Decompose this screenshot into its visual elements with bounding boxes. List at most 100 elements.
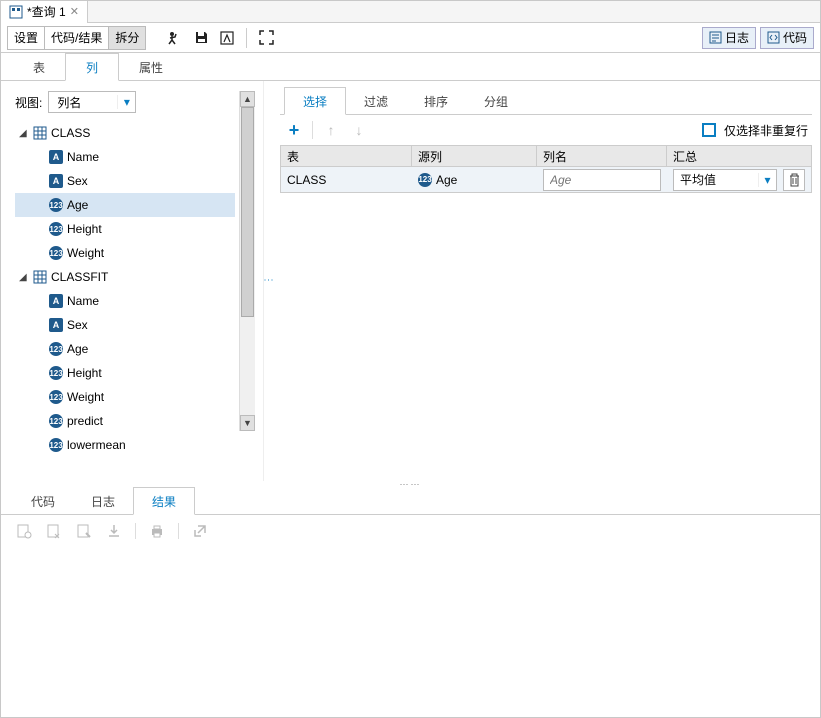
tree-column-node[interactable]: 123Age	[15, 337, 235, 361]
node-label: CLASSFIT	[51, 270, 108, 284]
tree-column-node[interactable]: ASex	[15, 313, 235, 337]
node-label: CLASS	[51, 126, 90, 140]
chevron-down-icon[interactable]: ▾	[758, 173, 776, 187]
delete-row-button[interactable]	[783, 169, 805, 191]
node-label: predict	[67, 414, 103, 428]
chevron-down-icon[interactable]: ▾	[117, 95, 135, 109]
numeric-type-icon: 123	[418, 173, 432, 187]
document-tabs: *查询 1 ✕	[1, 1, 820, 23]
tree-column-node[interactable]: A Name	[15, 145, 235, 169]
table-icon	[33, 270, 47, 284]
tree-table-node[interactable]: ◢CLASS	[15, 121, 235, 145]
cell-sourcecol: 123 Age	[412, 173, 537, 187]
header-table: 表	[281, 146, 412, 166]
separator	[246, 28, 247, 48]
query-icon	[9, 5, 23, 19]
print-button[interactable]	[148, 522, 166, 540]
right-tabs: 选择 过滤 排序 分组	[280, 87, 812, 115]
colname-input[interactable]	[543, 169, 661, 191]
fullscreen-icon	[259, 30, 274, 45]
node-label: Weight	[67, 390, 104, 404]
open-new-button[interactable]	[191, 522, 209, 540]
save-icon	[194, 30, 209, 45]
log-icon	[709, 31, 722, 44]
tab-filter[interactable]: 过滤	[346, 87, 406, 115]
char-type-icon: A	[49, 174, 63, 188]
tree-column-node[interactable]: 123 Height	[15, 217, 235, 241]
close-icon[interactable]: ✕	[70, 5, 79, 18]
numeric-type-icon: 123	[49, 246, 63, 260]
tab-log[interactable]: 日志	[73, 487, 133, 515]
char-type-icon: A	[49, 294, 63, 308]
log-button[interactable]: 日志	[702, 27, 756, 49]
tree-column-node[interactable]: 123Height	[15, 361, 235, 385]
run-icon	[167, 30, 183, 46]
header-agg: 汇总	[667, 146, 811, 166]
vertical-splitter[interactable]: ⋮	[264, 81, 272, 481]
node-label: Height	[67, 366, 102, 380]
view-mode-group: 设置 代码/结果 拆分	[7, 26, 146, 50]
tab-result[interactable]: 结果	[133, 487, 195, 515]
bottom-tabs: 代码 日志 结果	[1, 487, 820, 515]
export-rtf-button[interactable]	[75, 522, 93, 540]
distinct-label: 仅选择非重复行	[724, 122, 808, 139]
tree-column-node[interactable]: 123 Weight	[15, 385, 235, 409]
settings-button[interactable]: 设置	[8, 27, 45, 49]
download-button[interactable]	[105, 522, 123, 540]
move-down-button[interactable]: ↓	[349, 122, 369, 138]
add-button[interactable]: +	[284, 120, 304, 141]
scroll-down-icon[interactable]: ▼	[240, 415, 255, 431]
run-button[interactable]	[162, 25, 188, 51]
tree-column-node[interactable]: 123Age	[15, 193, 235, 217]
char-type-icon: A	[49, 150, 63, 164]
tab-code[interactable]: 代码	[13, 487, 73, 515]
distinct-checkbox[interactable]	[702, 123, 716, 137]
tab-title: *查询 1	[27, 3, 66, 20]
tab-tables[interactable]: 表	[13, 53, 65, 81]
numeric-type-icon: 123	[49, 198, 63, 212]
node-label: Height	[67, 222, 102, 236]
node-label: Name	[67, 150, 99, 164]
cell-table: CLASS	[281, 173, 412, 187]
node-label: Age	[67, 342, 88, 356]
preview-button[interactable]	[214, 25, 240, 51]
numeric-type-icon: 123	[49, 438, 63, 452]
scroll-thumb[interactable]	[241, 107, 254, 317]
tree-column-node[interactable]: 123predict	[15, 409, 235, 433]
scroll-up-icon[interactable]: ▲	[240, 91, 255, 107]
right-toolbar: + ↑ ↓ 仅选择非重复行	[280, 115, 812, 145]
numeric-type-icon: 123	[49, 222, 63, 236]
tab-columns[interactable]: 列	[65, 53, 119, 81]
caret-down-icon: ◢	[19, 272, 29, 283]
export-html-button[interactable]	[15, 522, 33, 540]
split-button[interactable]: 拆分	[109, 27, 145, 49]
code-button[interactable]: 代码	[760, 27, 814, 49]
tree-column-node[interactable]: AName	[15, 289, 235, 313]
code-icon	[767, 31, 780, 44]
save-button[interactable]	[188, 25, 214, 51]
node-label: Sex	[67, 318, 88, 332]
tree-column-node[interactable]: ASex	[15, 169, 235, 193]
tab-select[interactable]: 选择	[284, 87, 346, 115]
fullscreen-button[interactable]	[253, 25, 279, 51]
grid-row[interactable]: CLASS 123 Age 平均值 ▾	[280, 167, 812, 193]
tab-sort[interactable]: 排序	[406, 87, 466, 115]
scrollbar[interactable]: ▲ ▼	[239, 91, 255, 431]
splitter-handle-icon: ⋯⋯	[400, 479, 422, 490]
move-up-button[interactable]: ↑	[321, 122, 341, 138]
tree-column-node[interactable]: 123lowermean	[15, 433, 235, 457]
code-result-button[interactable]: 代码/结果	[45, 27, 109, 49]
agg-select[interactable]: 平均值 ▾	[673, 169, 777, 191]
header-colname: 列名	[537, 146, 667, 166]
tree-column-node[interactable]: 123Weight	[15, 241, 235, 265]
numeric-type-icon: 123	[49, 390, 63, 404]
tab-properties[interactable]: 属性	[119, 53, 183, 81]
export-pdf-button[interactable]	[45, 522, 63, 540]
header-sourcecol: 源列	[412, 146, 537, 166]
tree-table-node[interactable]: ◢ CLASSFIT	[15, 265, 235, 289]
document-tab[interactable]: *查询 1 ✕	[1, 1, 88, 23]
main-tabs: 表 列 属性	[1, 53, 820, 81]
tab-group[interactable]: 分组	[466, 87, 526, 115]
view-select[interactable]: 列名 ▾	[48, 91, 136, 113]
content-area: 视图: 列名 ▾ ◢CLASSANameASex123Age123Height1…	[1, 81, 820, 481]
